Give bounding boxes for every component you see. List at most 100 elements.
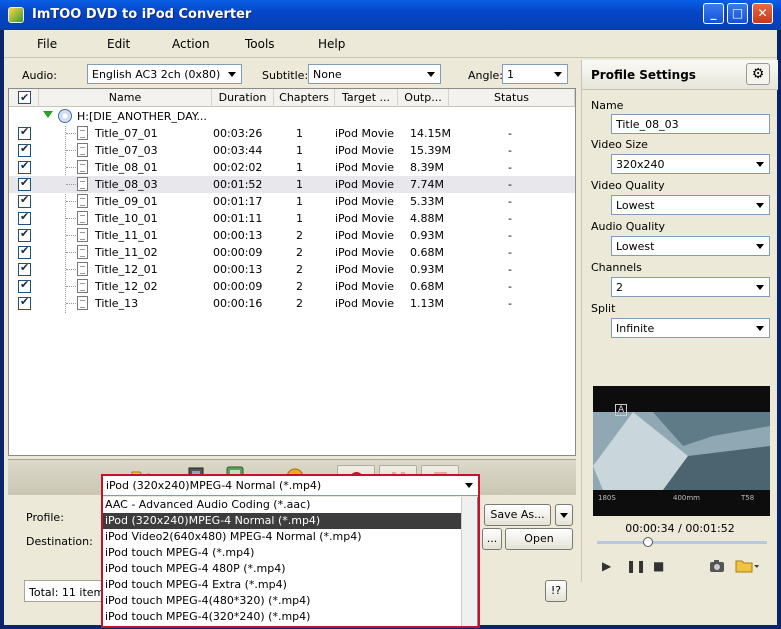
row-chapters: 1 (296, 212, 303, 225)
menu-file[interactable]: File (37, 37, 57, 51)
save-as-button[interactable]: Save As... (484, 504, 551, 526)
table-row[interactable]: Title_12_01 00:00:13 2 iPod Movie 0.93M - (9, 261, 575, 278)
table-row[interactable]: Title_11_02 00:00:09 2 iPod Movie 0.68M - (9, 244, 575, 261)
tree-root-row[interactable]: H:[DIE_ANOTHER_DAY... (9, 108, 575, 125)
header-target[interactable]: Target ... (335, 89, 398, 107)
split-select[interactable]: Infinite (611, 318, 770, 338)
help-button[interactable]: !? (545, 580, 567, 602)
row-checkbox[interactable] (18, 142, 31, 157)
menu-edit[interactable]: Edit (107, 37, 130, 51)
row-target: iPod Movie (335, 161, 395, 174)
table-row[interactable]: Title_09_01 00:01:17 1 iPod Movie 5.33M - (9, 193, 575, 210)
header-name[interactable]: Name (39, 89, 212, 107)
menu-action[interactable]: Action (172, 37, 210, 51)
table-row[interactable]: Title_08_01 00:02:02 1 iPod Movie 8.39M - (9, 159, 575, 176)
row-checkbox[interactable] (18, 244, 31, 259)
document-icon (77, 228, 88, 242)
snapshot-button[interactable] (709, 559, 725, 576)
select-all-checkbox[interactable] (18, 89, 31, 107)
row-checkbox[interactable] (18, 210, 31, 225)
tree-branch (66, 286, 76, 287)
angle-select[interactable]: 1 (502, 64, 568, 84)
seek-thumb[interactable] (643, 537, 653, 547)
maximize-button[interactable]: □ (727, 3, 748, 24)
document-icon (77, 160, 88, 174)
chevron-down-icon (752, 238, 768, 254)
time-readout: 00:00:34 / 00:01:52 (625, 522, 735, 535)
table-row[interactable]: Title_10_01 00:01:11 1 iPod Movie 4.88M - (9, 210, 575, 227)
menu-help[interactable]: Help (318, 37, 345, 51)
menu-tools[interactable]: Tools (245, 37, 275, 51)
profile-option[interactable]: iPod (320x240)MPEG-4 Normal (*.mp4) (103, 513, 461, 529)
play-button[interactable]: ▶ (602, 559, 611, 573)
row-target: iPod Movie (335, 246, 395, 259)
table-row[interactable]: Title_07_03 00:03:44 1 iPod Movie 15.39M - (9, 142, 575, 159)
row-output: 5.33M (410, 195, 444, 208)
expand-icon[interactable] (43, 111, 53, 118)
channels-select[interactable]: 2 (611, 277, 770, 297)
profile-option[interactable]: AAC - Advanced Audio Coding (*.aac) (103, 497, 461, 513)
row-checkbox[interactable] (18, 278, 31, 293)
subtitle-select[interactable]: None (308, 64, 441, 84)
profile-select[interactable]: iPod (320x240)MPEG-4 Normal (*.mp4) (103, 476, 478, 496)
profile-option[interactable]: iPod touch MPEG-4 480P (*.mp4) (103, 561, 461, 577)
advanced-settings-button[interactable]: ⚙ (746, 63, 770, 85)
profile-option[interactable]: iPod touch MPEG-4 Extra (*.mp4) (103, 577, 461, 593)
header-status[interactable]: Status (449, 89, 575, 107)
video-quality-label: Video Quality (591, 179, 665, 192)
row-status: - (508, 263, 512, 276)
row-target: iPod Movie (335, 144, 395, 157)
profile-option[interactable]: iPod touch MPEG-4(480*320) (*.mp4) (103, 593, 461, 609)
row-output: 14.15M (410, 127, 451, 140)
row-checkbox[interactable] (18, 227, 31, 242)
seek-bar[interactable] (597, 537, 767, 547)
table-row[interactable]: Title_13 00:00:16 2 iPod Movie 1.13M - (9, 295, 575, 312)
row-checkbox[interactable] (18, 261, 31, 276)
destination-label: Destination: (26, 535, 93, 548)
video-quality-select[interactable]: Lowest (611, 195, 770, 215)
close-button[interactable]: ✕ (752, 3, 773, 24)
name-input[interactable]: Title_08_03 (611, 114, 770, 134)
row-name: Title_08_03 (95, 178, 158, 191)
profile-option[interactable]: iPod touch MPEG-4(320*240) (*.mp4) (103, 609, 461, 625)
profile-option[interactable]: iPod Video2(640x480) MPEG-4 Normal (*.mp… (103, 529, 461, 545)
row-duration: 00:00:13 (213, 229, 263, 242)
table-row[interactable]: Title_11_01 00:00:13 2 iPod Movie 0.93M - (9, 227, 575, 244)
row-checkbox[interactable] (18, 193, 31, 208)
header-chapters[interactable]: Chapters (274, 89, 335, 107)
tree-branch (66, 201, 76, 202)
row-duration: 00:01:52 (213, 178, 263, 191)
audio-select[interactable]: English AC3 2ch (0x80) (87, 64, 242, 84)
row-checkbox[interactable] (18, 295, 31, 310)
camera-icon (710, 560, 724, 572)
list-header: Name Duration Chapters Target ... Outp..… (9, 89, 575, 107)
stop-preview-button[interactable]: ■ (653, 559, 664, 573)
table-row[interactable]: Title_12_02 00:00:09 2 iPod Movie 0.68M - (9, 278, 575, 295)
row-target: iPod Movie (335, 195, 395, 208)
row-target: iPod Movie (335, 280, 395, 293)
table-row[interactable]: Title_07_01 00:03:26 1 iPod Movie 14.15M - (9, 125, 575, 142)
table-row[interactable]: Title_08_03 00:01:52 1 iPod Movie 7.74M - (9, 176, 575, 193)
video-size-select[interactable]: 320x240 (611, 154, 770, 174)
row-status: - (508, 246, 512, 259)
menu-bar: File Edit Action Tools Help (4, 30, 777, 58)
open-snapshot-folder-button[interactable] (735, 559, 759, 576)
browse-button[interactable]: ... (482, 528, 502, 550)
minimize-button[interactable]: _ (703, 3, 724, 24)
video-preview: A 180S 400mm T58 (593, 386, 770, 516)
header-duration[interactable]: Duration (212, 89, 274, 107)
profile-select-value: iPod (320x240)MPEG-4 Normal (*.mp4) (106, 479, 322, 492)
pause-preview-button[interactable]: ❚❚ (626, 559, 646, 573)
row-duration: 00:01:17 (213, 195, 263, 208)
save-as-menu-button[interactable] (555, 504, 573, 526)
open-button[interactable]: Open (505, 528, 573, 550)
row-checkbox[interactable] (18, 159, 31, 174)
scrollbar[interactable] (461, 497, 477, 626)
app-icon (8, 7, 24, 23)
audio-quality-select[interactable]: Lowest (611, 236, 770, 256)
header-output[interactable]: Outp... (398, 89, 449, 107)
row-checkbox[interactable] (18, 176, 31, 191)
document-icon (77, 194, 88, 208)
row-checkbox[interactable] (18, 125, 31, 140)
profile-option[interactable]: iPod touch MPEG-4 (*.mp4) (103, 545, 461, 561)
